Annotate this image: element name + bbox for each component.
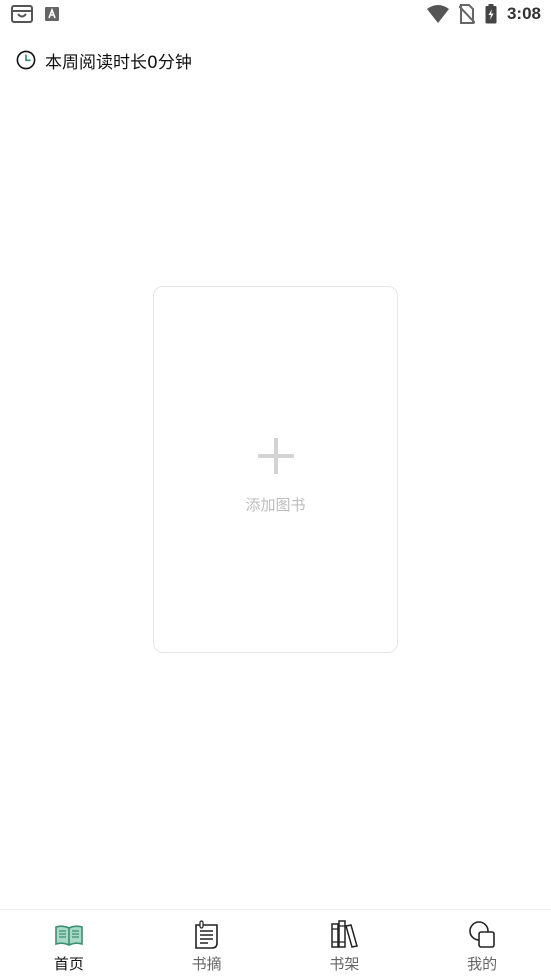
no-sim-icon <box>458 4 475 24</box>
nav-item-excerpts[interactable]: 书摘 <box>138 910 276 979</box>
status-left <box>11 4 59 24</box>
add-book-card[interactable]: 添加图书 <box>153 286 398 653</box>
notepad-icon <box>194 920 218 949</box>
profile-shapes-icon <box>469 921 495 948</box>
reading-time-text: 本周阅读时长0分钟 <box>45 52 192 73</box>
nav-label-excerpts: 书摘 <box>191 955 222 973</box>
text-a-icon <box>45 7 59 21</box>
nav-item-profile[interactable]: 我的 <box>413 910 551 979</box>
nav-label-profile: 我的 <box>467 955 498 973</box>
weekly-reading-time[interactable]: 本周阅读时长0分钟 <box>16 48 192 73</box>
add-book-label: 添加图书 <box>245 496 306 514</box>
open-book-icon <box>55 925 83 946</box>
store-bag-icon <box>11 5 33 23</box>
status-time: 3:08 <box>506 4 541 23</box>
wifi-icon <box>426 5 449 23</box>
status-right: 3:08 <box>426 4 541 24</box>
status-bar: 3:08 <box>0 0 551 30</box>
bottom-nav: 首页 书摘 书架 我的 <box>0 909 551 979</box>
nav-label-home: 首页 <box>53 955 84 973</box>
screen: 3:08 本周阅读时长0分钟 添加图书 首页 书摘 书架 我的 <box>0 0 551 979</box>
nav-label-bookshelf: 书架 <box>329 955 360 973</box>
nav-item-home[interactable]: 首页 <box>0 910 138 979</box>
bookshelf-icon <box>331 920 359 948</box>
plus-icon <box>258 438 294 474</box>
clock-icon <box>16 50 36 70</box>
nav-item-bookshelf[interactable]: 书架 <box>276 910 414 979</box>
battery-icon <box>485 4 497 24</box>
